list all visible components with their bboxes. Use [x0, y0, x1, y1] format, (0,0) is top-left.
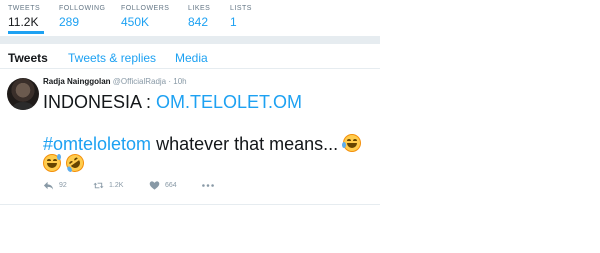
grinning-sweat-face-icon	[43, 154, 61, 172]
author-handle[interactable]: @OfficialRadja	[113, 77, 166, 86]
reply-count: 92	[59, 182, 67, 189]
hashtag-link[interactable]: #omteloletom	[43, 134, 151, 154]
tab-media[interactable]: Media	[175, 51, 208, 65]
like-count: 664	[165, 182, 177, 189]
stat-followers[interactable]: FOLLOWERS 450K	[121, 5, 169, 29]
retweet-button[interactable]: 1.2K	[93, 180, 123, 191]
more-button[interactable]	[201, 180, 220, 191]
like-button[interactable]: 664	[149, 180, 177, 191]
stat-likes[interactable]: LIKES 842	[188, 5, 210, 29]
stat-likes-label: LIKES	[188, 5, 211, 12]
tweet-text-body: whatever that means...	[151, 134, 339, 154]
stat-lists[interactable]: LISTS 1	[230, 5, 252, 29]
heart-icon	[149, 181, 160, 190]
retweet-count: 1.2K	[109, 182, 124, 189]
stat-following-label: FOLLOWING	[59, 5, 106, 12]
stat-followers-value: 450K	[121, 15, 150, 29]
avatar[interactable]	[7, 78, 39, 110]
tab-tweets[interactable]: Tweets	[8, 51, 48, 65]
stat-tweets-value: 11.2K	[8, 15, 39, 29]
tweet-link[interactable]: OM.TELOLET.OM	[156, 92, 302, 112]
timeline: Tweets Tweets & replies Media Radja Nain…	[0, 44, 380, 205]
stat-likes-value: 842	[188, 15, 209, 29]
tweet-text-prefix: INDONESIA :	[43, 92, 157, 112]
stat-lists-label: LISTS	[230, 5, 252, 12]
stat-lists-value: 1	[230, 15, 237, 29]
profile-stats-bar: TWEETS 11.2K FOLLOWING 289 FOLLOWERS 450…	[0, 0, 380, 37]
rolling-on-floor-laughing-icon	[62, 150, 88, 176]
tweet-timestamp[interactable]: 10h	[173, 77, 186, 86]
tab-tweets-and-replies[interactable]: Tweets & replies	[68, 51, 156, 65]
timeline-tabs: Tweets Tweets & replies Media	[0, 44, 380, 69]
face-with-tears-of-joy-icon	[342, 134, 362, 152]
section-divider	[0, 37, 380, 44]
stat-following-value: 289	[59, 15, 80, 29]
more-dots-icon	[202, 184, 214, 187]
stat-followers-label: FOLLOWERS	[121, 5, 170, 12]
tweet-text-line1: INDONESIA : OM.TELOLET.OM	[43, 92, 302, 112]
header-separator: ·	[168, 77, 172, 86]
stat-following[interactable]: FOLLOWING 289	[59, 5, 106, 29]
reply-icon	[43, 181, 54, 190]
tweet-header: Radja Nainggolan @OfficialRadja · 10h	[43, 77, 187, 86]
retweet-icon	[93, 182, 104, 189]
tweet-text-line2: #omteloletom whatever that means...	[43, 133, 362, 155]
author-name[interactable]: Radja Nainggolan	[43, 77, 111, 86]
stat-tweets-label: TWEETS	[8, 5, 41, 12]
stat-tweets[interactable]: TWEETS 11.2K	[8, 5, 45, 34]
tweet-emoji-line	[43, 150, 88, 176]
reply-button[interactable]: 92	[43, 180, 67, 191]
